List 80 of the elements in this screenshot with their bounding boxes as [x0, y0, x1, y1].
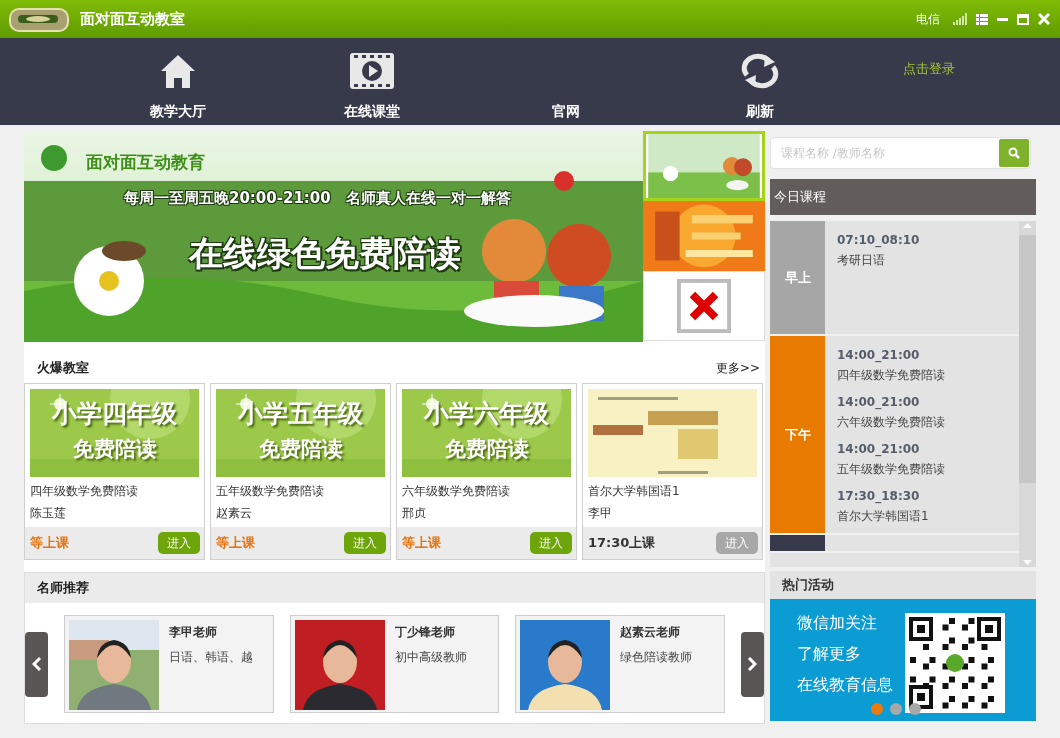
thumbnail-title: 小学五年级 — [236, 398, 364, 430]
thumbnail-title: 免费陪读 — [257, 436, 344, 463]
teacher-name: 陈玉莲 — [30, 505, 67, 522]
login-link[interactable]: 点击登录 — [903, 60, 955, 76]
course-name: 六年级数学免费陪读 — [837, 414, 946, 431]
course-name: 五年级数学免费陪读 — [216, 483, 325, 500]
video-icon — [350, 53, 394, 89]
course-time: 07:10_08:10 — [837, 233, 921, 247]
banner-text: 每周一至周五晚20:00-21:00 名师真人在线一对一解答 — [124, 189, 511, 208]
class-status: 等上课 — [402, 534, 441, 552]
course-name: 首尔大学韩国语1 — [837, 508, 930, 525]
carousel-dot[interactable] — [890, 703, 902, 715]
course-name: 四年级数学免费陪读 — [30, 483, 139, 500]
banner-brand: 面对面互动教育 — [86, 151, 205, 174]
teacher-name: 李甲老师 — [169, 624, 219, 641]
period-label: 下午 — [770, 336, 825, 533]
close-icon[interactable] — [1038, 13, 1050, 25]
scrollbar[interactable] — [1019, 221, 1036, 567]
menu-icon[interactable] — [976, 13, 988, 25]
course-card[interactable]: 小学四年级 免费陪读 四年级数学免费陪读 陈玉莲 等上课 进入 — [24, 383, 205, 560]
minimize-icon[interactable] — [997, 17, 1008, 21]
teacher-name: 李甲 — [588, 505, 613, 522]
course-name: 六年级数学免费陪读 — [402, 483, 511, 500]
nav-item[interactable]: 在线课堂 — [344, 103, 400, 121]
teacher-card[interactable]: 李甲老师 日语、韩语、越 — [64, 615, 274, 713]
teacher-name: 丁少锋老师 — [394, 624, 456, 641]
teacher-card[interactable]: 丁少锋老师 初中高级教师 — [289, 615, 500, 713]
course-card[interactable]: 小学五年级 免费陪读 五年级数学免费陪读 赵素云 等上课 进入 — [210, 383, 391, 560]
window-title: 面对面互动教室 — [80, 9, 185, 29]
course-name: 首尔大学韩国语1 — [588, 483, 681, 500]
class-status: 17:30上课 — [588, 534, 656, 552]
banner-headline: 在线绿色免费陪读 — [189, 232, 461, 275]
scroll-down-icon[interactable] — [1023, 560, 1032, 565]
nav-item[interactable]: 官网 — [552, 103, 580, 121]
panel-title: 热门活动 — [782, 576, 834, 594]
search-button[interactable] — [999, 139, 1029, 167]
teacher-description: 日语、韩语、越 — [169, 649, 254, 666]
class-status: 等上课 — [30, 534, 69, 552]
thumbnail-title: 小学四年级 — [50, 398, 178, 430]
thumbnail-title: 免费陪读 — [443, 436, 530, 463]
nav-item[interactable]: 教学大厅 — [150, 103, 206, 121]
section-title: 火爆教室 — [37, 359, 89, 377]
promo-text: 微信加关注 — [797, 613, 878, 634]
thumbnail-title: 小学六年级 — [422, 398, 550, 430]
course-time: 17:30_18:30 — [837, 489, 921, 503]
panel-title: 今日课程 — [774, 188, 826, 206]
next-button[interactable] — [740, 631, 764, 697]
course-card[interactable]: 小学六年级 免费陪读 六年级数学免费陪读 邢贞 等上课 进入 — [396, 383, 577, 560]
teacher-card[interactable]: 赵素云老师 绿色陪读教师 — [515, 615, 725, 713]
search-icon — [1008, 147, 1020, 159]
course-time: 14:00_21:00 — [837, 348, 921, 362]
nav-item[interactable]: 刷新 — [746, 103, 774, 121]
carousel-dot[interactable] — [871, 703, 883, 715]
thumbnail-title: 免费陪读 — [71, 436, 158, 463]
teacher-description: 初中高级教师 — [394, 649, 467, 666]
course-card[interactable]: 首尔大学韩国语1 李甲 17:30上课 进入 — [582, 383, 763, 560]
teacher-description: 绿色陪读教师 — [620, 649, 693, 666]
promo-text: 在线教育信息 — [797, 675, 893, 696]
course-name: 五年级数学免费陪读 — [837, 461, 946, 478]
course-name: 四年级数学免费陪读 — [837, 367, 946, 384]
carrier-label: 电信 — [916, 10, 940, 28]
period-label: 早上 — [770, 221, 825, 334]
teacher-name: 赵素云 — [216, 505, 253, 522]
chevron-right-icon — [747, 657, 758, 671]
class-status: 等上课 — [216, 534, 255, 552]
teacher-name: 赵素云老师 — [620, 624, 682, 641]
course-time: 14:00_21:00 — [837, 395, 921, 409]
more-link[interactable]: 更多>> — [715, 359, 760, 377]
signal-icon — [953, 13, 967, 25]
course-name: 考研日语 — [837, 252, 886, 269]
chevron-left-icon — [31, 657, 42, 671]
teacher-name: 邢贞 — [402, 505, 427, 522]
scroll-up-icon[interactable] — [1023, 223, 1032, 228]
home-icon — [160, 53, 196, 89]
previous-button[interactable] — [25, 631, 49, 697]
refresh-icon — [739, 53, 781, 89]
course-time: 14:00_21:00 — [837, 442, 921, 456]
maximize-icon[interactable] — [1017, 13, 1029, 25]
promo-text: 了解更多 — [797, 644, 862, 665]
section-title: 名师推荐 — [37, 579, 89, 597]
